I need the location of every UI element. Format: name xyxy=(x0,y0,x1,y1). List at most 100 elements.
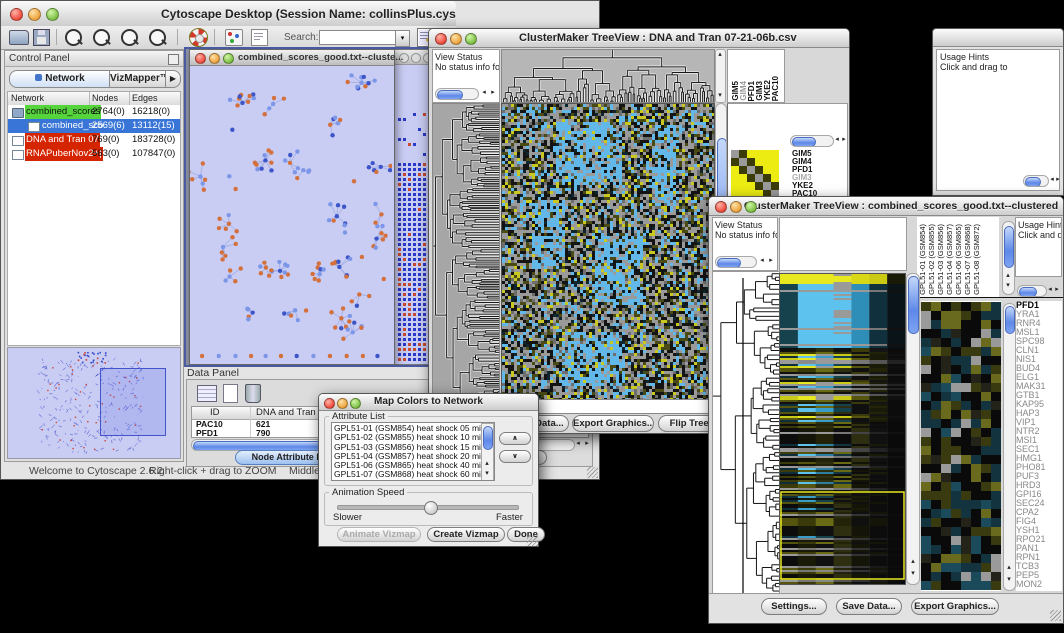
matrix-cell[interactable] xyxy=(731,166,739,174)
network-frame-1[interactable]: combined_scores_good.txt--cluste... xyxy=(189,49,395,365)
minimize-icon[interactable] xyxy=(337,398,348,409)
close-icon[interactable] xyxy=(10,8,23,21)
matrix-cell[interactable] xyxy=(739,150,747,158)
network-tree-row[interactable]: combined_sco2569(6)13112(15) xyxy=(8,119,180,133)
minimize-icon[interactable] xyxy=(28,8,41,21)
table-icon[interactable] xyxy=(197,385,217,402)
usage-hints-hscrollbar[interactable] xyxy=(1023,175,1049,187)
zoom-matrix[interactable] xyxy=(731,150,779,198)
main-titlebar[interactable]: Cytoscape Desktop (Session Name: collins… xyxy=(1,1,456,27)
annotation-icon[interactable] xyxy=(251,29,268,46)
gene-labels-vscrollbar[interactable]: ▴ ▾ xyxy=(1003,303,1016,591)
open-session-button[interactable] xyxy=(9,30,29,45)
zoom-window-icon[interactable] xyxy=(465,33,477,45)
close-icon[interactable] xyxy=(324,398,335,409)
save-session-button[interactable] xyxy=(33,29,50,46)
settings-button[interactable]: Settings... xyxy=(761,598,827,615)
move-up-button[interactable]: ∧ xyxy=(499,432,531,445)
tab-vizmapper[interactable]: VizMapper™ xyxy=(109,70,167,88)
zoom-hscrollbar[interactable] xyxy=(790,135,834,147)
matrix-cell[interactable] xyxy=(771,158,779,166)
matrix-cell[interactable] xyxy=(731,174,739,182)
matrix-cell[interactable] xyxy=(739,158,747,166)
network-name[interactable]: RNAPuberNov2+| xyxy=(25,147,103,161)
zoom-out-icon[interactable] xyxy=(65,29,82,46)
zoom-fit-icon[interactable] xyxy=(121,29,138,46)
zoom-window-icon[interactable] xyxy=(745,201,757,213)
matrix-cell[interactable] xyxy=(755,174,763,182)
matrix-cell[interactable] xyxy=(731,158,739,166)
dialog-titlebar[interactable]: Map Colors to Network xyxy=(319,394,538,411)
matrix-cell[interactable] xyxy=(763,158,771,166)
network-name[interactable]: DNA and Tran 07 xyxy=(25,133,100,147)
move-down-button[interactable]: ∨ xyxy=(499,450,531,463)
export-graphics-button[interactable]: Export Graphics... xyxy=(572,415,654,432)
treeview1-titlebar[interactable]: ClusterMaker TreeView : DNA and Tran 07-… xyxy=(429,29,849,48)
minimize-icon[interactable] xyxy=(411,53,421,63)
new-attribute-icon[interactable] xyxy=(223,384,238,403)
tab-network[interactable]: Network xyxy=(9,70,111,88)
network-overview[interactable] xyxy=(7,347,181,459)
matrix-cell[interactable] xyxy=(771,174,779,182)
heatmap-canvas[interactable] xyxy=(779,273,906,585)
done-button[interactable]: Done xyxy=(507,527,545,542)
heatmap-vscrollbar[interactable]: ▴ ▾ xyxy=(906,273,920,585)
column-scroll-strip[interactable]: ▴ ▾ xyxy=(715,49,726,103)
row-dendrogram-canvas[interactable] xyxy=(432,103,500,413)
matrix-cell[interactable] xyxy=(739,166,747,174)
matrix-cell[interactable] xyxy=(771,166,779,174)
network-view-canvas[interactable] xyxy=(190,66,392,363)
zoom-window-icon[interactable] xyxy=(350,398,361,409)
matrix-cell[interactable] xyxy=(771,150,779,158)
tabs-overflow-button[interactable]: ▶ xyxy=(165,70,181,88)
delete-attribute-icon[interactable] xyxy=(245,384,261,403)
help-icon[interactable] xyxy=(189,28,208,47)
usage-hints-hscrollbar[interactable] xyxy=(1017,285,1047,297)
float-panel-icon[interactable] xyxy=(168,54,179,65)
matrix-cell[interactable] xyxy=(763,150,771,158)
animate-vizmap-button[interactable]: Animate Vizmap xyxy=(337,527,421,542)
zoom-in-icon[interactable] xyxy=(93,29,110,46)
animation-speed-slider[interactable] xyxy=(337,505,519,510)
zoom-selected-icon[interactable] xyxy=(149,29,166,46)
network-tree-row[interactable]: DNA and Tran 07769(0)183728(0) xyxy=(8,133,180,147)
network-name[interactable]: combined_scores xyxy=(25,105,101,119)
matrix-cell[interactable] xyxy=(731,182,739,190)
attribute-list-item[interactable]: GPL51-07 (GSM868) heat shock 60 min xyxy=(334,470,486,479)
export-graphics-button[interactable]: Export Graphics... xyxy=(911,598,999,615)
new-network-icon[interactable] xyxy=(225,29,243,46)
resize-grip[interactable] xyxy=(587,467,598,478)
matrix-cell[interactable] xyxy=(763,174,771,182)
matrix-cell[interactable] xyxy=(755,182,763,190)
search-input[interactable] xyxy=(319,30,396,45)
matrix-cell[interactable] xyxy=(747,182,755,190)
attribute-list-vscrollbar[interactable]: ▴ ▾ xyxy=(481,423,494,481)
treeview2-titlebar[interactable]: ClusterMaker TreeView : combined_scores_… xyxy=(709,197,1063,216)
overview-viewport-rect[interactable] xyxy=(100,368,166,436)
view-status-hscrollbar[interactable] xyxy=(435,88,479,100)
search-dropdown-button[interactable]: ▾ xyxy=(395,30,410,47)
resize-grip[interactable] xyxy=(1050,610,1061,621)
matrix-cell[interactable] xyxy=(739,182,747,190)
heatmap-canvas[interactable] xyxy=(501,103,715,413)
close-icon[interactable] xyxy=(195,53,206,64)
row-dendrogram-canvas[interactable] xyxy=(712,271,780,595)
resize-grip[interactable] xyxy=(527,535,538,546)
matrix-cell[interactable] xyxy=(747,150,755,158)
column-labels-vscrollbar[interactable]: ▴ ▾ xyxy=(1002,221,1015,295)
matrix-cell[interactable] xyxy=(763,182,771,190)
matrix-cell[interactable] xyxy=(755,150,763,158)
network-tree-row[interactable]: RNAPuberNov2+|563(0)107847(0) xyxy=(8,147,180,161)
close-icon[interactable] xyxy=(435,33,447,45)
zoom-window-icon[interactable] xyxy=(46,8,59,21)
create-vizmap-button[interactable]: Create Vizmap xyxy=(427,527,505,542)
minimize-icon[interactable] xyxy=(209,53,220,64)
close-icon[interactable] xyxy=(715,201,727,213)
matrix-cell[interactable] xyxy=(771,182,779,190)
slider-thumb[interactable] xyxy=(424,501,438,515)
minimize-icon[interactable] xyxy=(450,33,462,45)
view-status-hscrollbar[interactable] xyxy=(715,256,757,268)
network-tree-row[interactable]: combined_scores2764(0)16218(0) xyxy=(8,105,180,119)
matrix-cell[interactable] xyxy=(755,166,763,174)
matrix-cell[interactable] xyxy=(739,174,747,182)
